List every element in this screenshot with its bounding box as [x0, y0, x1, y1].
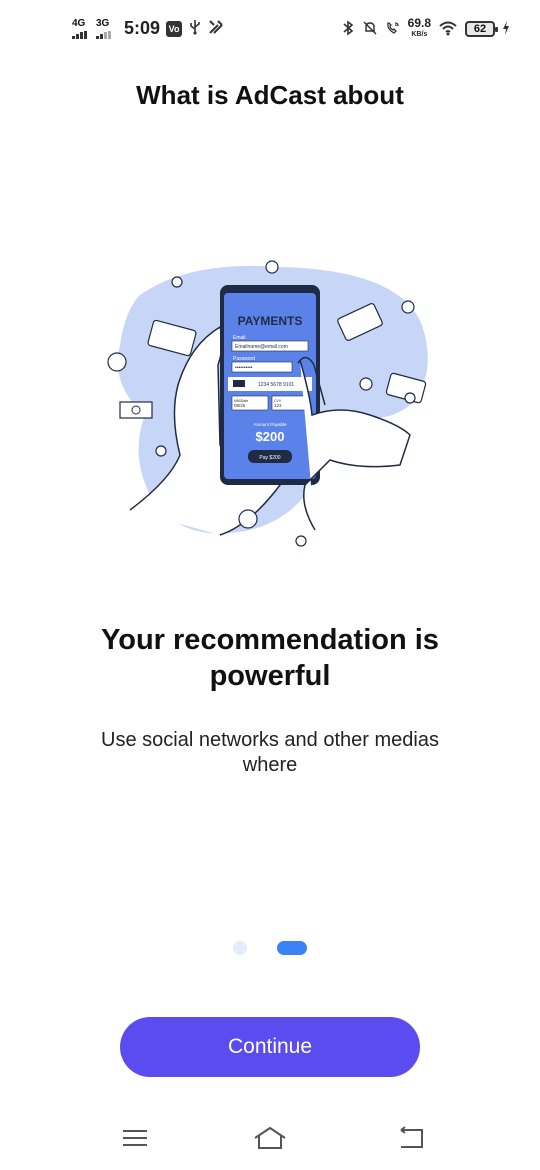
back-icon[interactable] — [396, 1125, 426, 1151]
status-time: 5:09 — [124, 18, 161, 38]
network-type-1: 4G — [72, 17, 86, 29]
network-speed-unit: KB/s — [411, 31, 428, 38]
network-type-2: 3G — [96, 17, 110, 29]
pay-button-label: Pay $200 — [259, 455, 280, 461]
wifi-call-icon — [385, 20, 401, 39]
cvv-value: 123 — [274, 403, 282, 408]
bluetooth-icon — [341, 19, 355, 39]
charging-icon — [502, 20, 510, 39]
network-speed-value: 69.8 — [407, 16, 431, 30]
network-speed: 69.8 KB/s — [407, 16, 431, 40]
slide-description: Use social networks and other medias whe… — [101, 729, 439, 776]
home-icon[interactable] — [253, 1125, 287, 1151]
menu-icon[interactable] — [120, 1125, 150, 1151]
email-label: Email — [233, 335, 246, 341]
usb-icon — [188, 19, 202, 38]
tools-icon — [208, 19, 224, 38]
password-value: •••••••••• — [235, 365, 253, 371]
card-number: 1234 5678 9101 — [258, 382, 294, 388]
status-bar: 4G 3G 5:09 Vo 69.8 KB/s 62 — [0, 0, 540, 60]
wifi-icon — [438, 20, 458, 39]
status-bar-right: 69.8 KB/s 62 — [341, 16, 510, 40]
page-dot-1[interactable] — [233, 941, 247, 955]
amount-value: $200 — [256, 429, 285, 444]
signal-4g-icon: 4G — [72, 17, 90, 39]
page-dot-2-active[interactable] — [277, 941, 307, 955]
phone-screen-title: PAYMENTS — [238, 314, 303, 328]
email-value: Emailname@email.com — [235, 344, 288, 350]
volte-icon: Vo — [166, 20, 183, 37]
system-nav-bar — [0, 1115, 540, 1165]
battery-icon: 62 — [465, 21, 498, 37]
signal-3g-icon: 3G — [96, 17, 114, 39]
password-label: Password — [233, 356, 255, 362]
continue-button[interactable]: Continue — [120, 1017, 420, 1077]
payments-illustration: PAYMENTS Email Emailname@email.com Passw… — [107, 260, 428, 547]
expiry-value: 08/25 — [234, 403, 246, 408]
status-bar-left: 4G 3G 5:09 Vo — [72, 18, 224, 39]
slide-title: Your recommendation is powerful — [101, 624, 439, 692]
amount-label: Amount Payable — [253, 422, 287, 427]
page-indicator — [0, 941, 540, 955]
mute-bell-icon — [362, 20, 378, 39]
banknote-icon — [119, 401, 153, 419]
page-title: What is AdCast about — [136, 80, 404, 110]
card-chip-icon — [233, 380, 245, 387]
